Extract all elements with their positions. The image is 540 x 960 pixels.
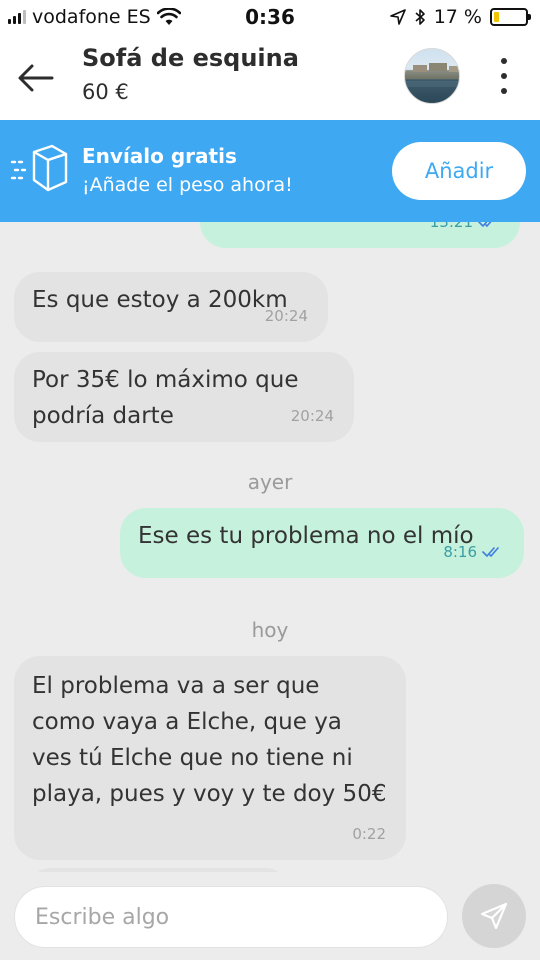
message-meta: 0:22 (352, 816, 386, 852)
read-ticks-icon (482, 547, 499, 557)
dot-icon (501, 88, 507, 94)
status-right: 17 % (389, 6, 531, 28)
message-bubble-outgoing[interactable]: Ese es tu problema no el mío 8:16 (120, 508, 524, 578)
location-arrow-icon (389, 9, 406, 25)
day-separator: hoy (251, 618, 289, 642)
message-bubble-outgoing[interactable]: 13:21 (200, 222, 520, 248)
message-meta: 13:21 (430, 222, 500, 240)
message-text: El problema va a ser que como vaya a Elc… (32, 673, 387, 807)
message-time: 20:24 (264, 307, 308, 325)
send-button[interactable] (462, 884, 526, 948)
more-options-button[interactable] (490, 54, 518, 98)
chat-header: Sofá de esquina 60 € (0, 36, 540, 120)
bluetooth-icon (415, 9, 425, 25)
message-bubble-incoming[interactable]: El problema va a ser que como vaya a Elc… (14, 656, 406, 860)
landscape-photo-icon (405, 63, 459, 87)
read-ticks-icon (478, 222, 492, 227)
message-list[interactable]: 13:21 Es que estoy a 200km 20:24 Por 35€… (0, 222, 540, 872)
shipping-banner: Envíalo gratis ¡Añade el peso ahora! Aña… (0, 120, 540, 222)
battery-icon (490, 8, 531, 26)
item-title[interactable]: Sofá de esquina (82, 44, 299, 72)
message-time: 13:21 (429, 222, 473, 231)
message-bubble-incoming[interactable]: Por 35€ lo máximo que podría darte 20:24 (14, 352, 354, 442)
message-time: 8:16 (443, 543, 477, 561)
dot-icon (501, 73, 507, 79)
message-time: 0:22 (352, 825, 386, 843)
battery-level (494, 12, 500, 22)
send-icon (480, 902, 508, 930)
back-arrow-icon (18, 64, 54, 92)
message-meta: 20:24 (265, 298, 308, 334)
back-button[interactable] (16, 58, 60, 98)
item-avatar[interactable] (404, 48, 460, 104)
day-separator: ayer (247, 470, 293, 494)
message-composer: Escribe algo (0, 872, 540, 960)
package-icon (10, 144, 68, 192)
message-input[interactable]: Escribe algo (14, 886, 448, 948)
status-bar: vodafone ES 0:36 17 % (0, 0, 540, 36)
battery-percent: 17 % (433, 6, 482, 28)
message-meta: 8:16 (443, 534, 504, 570)
banner-subtitle: ¡Añade el peso ahora! (82, 174, 293, 196)
item-price: 60 € (82, 80, 129, 104)
message-bubble-incoming[interactable]: Es que estoy a 200km 20:24 (14, 272, 328, 342)
message-time: 20:24 (290, 407, 334, 425)
message-meta: 20:24 (291, 398, 334, 434)
add-weight-button[interactable]: Añadir (392, 142, 526, 200)
dot-icon (501, 58, 507, 64)
banner-title: Envíalo gratis (82, 144, 237, 168)
